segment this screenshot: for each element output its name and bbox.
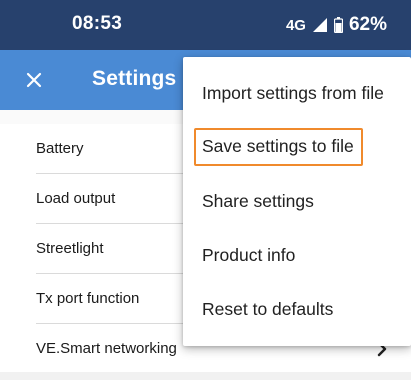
status-indicators: 4G 62% <box>286 13 387 37</box>
network-type: 4G <box>285 16 306 34</box>
battery-percent: 62% <box>348 14 387 35</box>
battery-icon <box>333 17 344 34</box>
menu-item-label: Import settings from file <box>202 82 384 103</box>
menu-item-reset-defaults[interactable]: Reset to defaults <box>183 282 411 336</box>
status-time: 08:53 <box>72 13 123 34</box>
settings-item-label: Load output <box>36 190 116 207</box>
settings-item-label: VE.Smart networking <box>36 340 177 357</box>
list-footer-strip <box>0 372 411 380</box>
menu-item-save-settings[interactable]: Save settings to file <box>183 120 411 174</box>
close-icon[interactable] <box>20 66 48 94</box>
page-title: Settings <box>92 67 177 90</box>
menu-item-label: Share settings <box>202 190 314 211</box>
settings-item-label: Tx port function <box>36 290 140 307</box>
menu-item-product-info[interactable]: Product info <box>183 228 411 282</box>
signal-icon <box>312 17 328 33</box>
menu-item-label: Reset to defaults <box>202 298 334 319</box>
overflow-menu: Import settings from file Save settings … <box>183 57 411 346</box>
settings-item-label: Battery <box>36 140 84 157</box>
menu-item-import-settings[interactable]: Import settings from file <box>183 66 411 120</box>
settings-item-label: Streetlight <box>36 240 104 257</box>
status-bar: 08:53 4G 62% <box>0 0 411 50</box>
menu-item-label: Product info <box>202 244 296 265</box>
menu-item-share-settings[interactable]: Share settings <box>183 174 411 228</box>
menu-item-label: Save settings to file <box>194 128 363 166</box>
